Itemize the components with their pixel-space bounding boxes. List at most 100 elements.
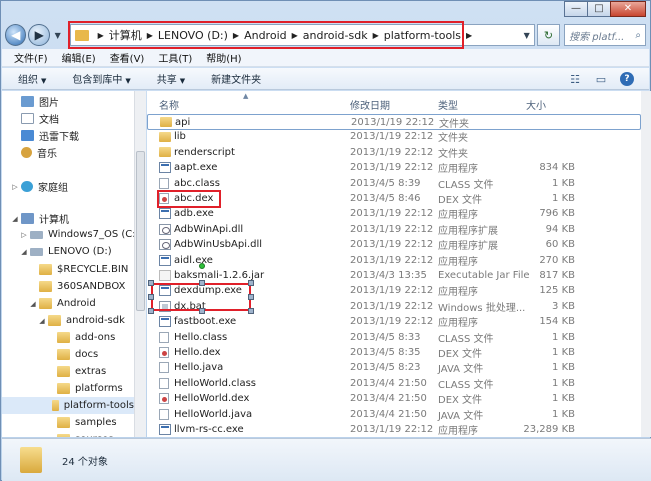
view-options-icon[interactable]: ☷ xyxy=(567,71,583,87)
column-type[interactable]: 类型 xyxy=(438,97,458,112)
menu-help[interactable]: 帮助(H) xyxy=(206,50,241,65)
nav-item-label: 迅雷下载 xyxy=(39,132,79,143)
resize-handle[interactable] xyxy=(248,280,254,286)
column-size[interactable]: 大小 xyxy=(526,97,546,112)
refresh-button[interactable]: ↻ xyxy=(536,24,561,46)
file-type: 应用程序 xyxy=(438,318,478,330)
file-row[interactable]: Hello.java 2013/4/5 8:23 JAVA 文件 1 KB xyxy=(147,360,641,375)
file-name: aidl.exe xyxy=(174,254,213,266)
item-count: 24 个对象 xyxy=(62,456,108,468)
scrollbar-thumb[interactable] xyxy=(136,151,145,311)
file-type: CLASS 文件 xyxy=(438,333,494,345)
nav-item[interactable]: samples xyxy=(2,414,117,431)
file-row[interactable]: HelloWorld.class 2013/4/4 21:50 CLASS 文件 1 … xyxy=(147,376,641,391)
file-name: api xyxy=(175,116,191,128)
file-row[interactable]: AdbWinUsbApi.dll 2013/1/19 22:12 应用程序扩展 60 … xyxy=(147,237,641,252)
close-button[interactable]: ✕ xyxy=(610,1,646,17)
expand-toggle-icon[interactable]: ◢ xyxy=(19,248,29,256)
file-date: 2013/4/5 8:23 xyxy=(350,362,421,374)
nav-item[interactable]: extras xyxy=(2,363,106,380)
search-input[interactable]: 搜索 platf... ⌕ xyxy=(564,24,646,46)
file-row[interactable]: lib 2013/1/19 22:12 文件夹 xyxy=(147,129,641,144)
nav-item[interactable]: ◢ Android xyxy=(2,295,96,312)
nav-item[interactable]: 迅雷下载 xyxy=(2,127,79,144)
file-row[interactable]: llvm-rs-cc.exe 2013/1/19 22:12 应用程序 23,289 … xyxy=(147,422,641,437)
file-row[interactable]: aapt.exe 2013/1/19 22:12 应用程序 834 KB xyxy=(147,160,641,175)
forward-button[interactable]: ▶ xyxy=(28,24,50,46)
column-date[interactable]: 修改日期 xyxy=(350,97,390,112)
nav-item[interactable]: ▷ 家庭组 xyxy=(2,178,68,195)
dexdump-highlight-box xyxy=(151,283,251,311)
file-row[interactable]: fastboot.exe 2013/1/19 22:12 应用程序 154 KB xyxy=(147,314,641,329)
nav-item[interactable]: ◢ android-sdk xyxy=(2,312,125,329)
file-row[interactable]: baksmali-1.2.6.jar 2013/4/3 13:35 Executab… xyxy=(147,268,641,283)
new-folder-button[interactable]: 新建文件夹 xyxy=(211,71,261,86)
expand-toggle-icon[interactable]: ◢ xyxy=(28,300,38,308)
nav-item[interactable]: ▷ Windows7_OS (C:) xyxy=(2,226,134,243)
rotate-handle[interactable] xyxy=(199,263,205,269)
file-row[interactable]: AdbWinApi.dll 2013/1/19 22:12 应用程序扩展 94 KB xyxy=(147,222,641,237)
command-bar: 组织 ▼ 包含到库中 ▼ 共享 ▼ 新建文件夹 ☷ ▭ ? xyxy=(2,68,649,90)
column-name[interactable]: 名称 xyxy=(159,97,179,112)
file-date: 2013/1/19 22:12 xyxy=(351,116,435,128)
nav-item[interactable]: 图片 xyxy=(2,93,59,110)
preview-pane-icon[interactable]: ▭ xyxy=(593,71,609,87)
resize-handle[interactable] xyxy=(148,280,154,286)
nav-item[interactable]: 文档 xyxy=(2,110,59,127)
file-row[interactable]: Hello.class 2013/4/5 8:33 CLASS 文件 1 KB xyxy=(147,330,641,345)
file-row[interactable]: aidl.exe 2013/1/19 22:12 应用程序 270 KB xyxy=(147,253,641,268)
nav-item[interactable]: ◢ LENOVO (D:) xyxy=(2,243,111,260)
file-row[interactable]: api 2013/1/19 22:12 文件夹 xyxy=(147,114,641,130)
resize-handle[interactable] xyxy=(248,294,254,300)
file-row[interactable]: HelloWorld.java 2013/4/4 21:50 JAVA 文件 1 KB xyxy=(147,407,641,422)
resize-handle[interactable] xyxy=(199,280,205,286)
menu-tools[interactable]: 工具(T) xyxy=(158,50,192,65)
file-row[interactable]: abc.class 2013/4/5 8:39 CLASS 文件 1 KB xyxy=(147,176,641,191)
nav-item[interactable]: 360SANDBOX xyxy=(2,278,125,295)
organize-button[interactable]: 组织 ▼ xyxy=(18,71,46,86)
documents-icon xyxy=(21,113,34,124)
search-icon[interactable]: ⌕ xyxy=(635,30,641,41)
expand-toggle-icon[interactable]: ▷ xyxy=(19,231,29,239)
nav-item[interactable]: docs xyxy=(2,346,98,363)
nav-item[interactable]: add-ons xyxy=(2,329,115,346)
minimize-button[interactable]: — xyxy=(564,1,588,17)
nav-item[interactable]: platform-tools xyxy=(2,397,134,414)
menu-edit[interactable]: 编辑(E) xyxy=(62,50,96,65)
address-dropdown-icon[interactable]: ▼ xyxy=(524,31,530,40)
expand-toggle-icon[interactable]: ▷ xyxy=(10,183,20,191)
expand-toggle-icon[interactable]: ◢ xyxy=(37,317,47,325)
maximize-button[interactable]: □ xyxy=(587,1,611,17)
file-row[interactable]: HelloWorld.dex 2013/4/4 21:50 DEX 文件 1 KB xyxy=(147,391,641,406)
navigation-scrollbar[interactable] xyxy=(134,91,146,437)
share-button[interactable]: 共享 ▼ xyxy=(157,71,185,86)
expand-toggle-icon[interactable]: ◢ xyxy=(10,215,20,223)
nav-item[interactable]: 音乐 xyxy=(2,144,57,161)
chevron-right-icon[interactable]: ▶ xyxy=(466,31,472,40)
file-size: 1 KB xyxy=(552,362,575,374)
resize-handle[interactable] xyxy=(248,308,254,314)
back-button[interactable]: ◀ xyxy=(5,24,27,46)
nav-item[interactable]: $RECYCLE.BIN xyxy=(2,261,128,278)
file-row[interactable]: renderscript 2013/1/19 22:12 文件夹 xyxy=(147,145,641,160)
address-bar[interactable]: ▶ 计算机 ▶ LENOVO (D:) ▶ Android ▶ android-… xyxy=(67,21,535,49)
menu-view[interactable]: 查看(V) xyxy=(110,50,145,65)
nav-item[interactable]: sources xyxy=(2,431,113,437)
help-icon: ? xyxy=(620,72,634,86)
file-name: HelloWorld.java xyxy=(174,408,253,420)
file-row[interactable]: Hello.dex 2013/4/5 8:35 DEX 文件 1 KB xyxy=(147,345,641,360)
include-library-button[interactable]: 包含到库中 ▼ xyxy=(72,71,130,86)
file-row[interactable]: abc.dex 2013/4/5 8:46 DEX 文件 1 KB xyxy=(147,191,641,206)
file-list-scrollbar[interactable] xyxy=(641,91,651,437)
drive-icon xyxy=(30,247,43,256)
nav-item[interactable]: ◢ 计算机 xyxy=(2,210,69,227)
resize-handle[interactable] xyxy=(199,308,205,314)
nav-item[interactable]: platforms xyxy=(2,380,123,397)
menu-file[interactable]: 文件(F) xyxy=(14,50,48,65)
folder-icon xyxy=(57,349,70,360)
recent-pages-dropdown[interactable]: ▼ xyxy=(52,31,64,40)
file-row[interactable]: adb.exe 2013/1/19 22:12 应用程序 796 KB xyxy=(147,206,641,221)
help-button[interactable]: ? xyxy=(619,71,635,87)
resize-handle[interactable] xyxy=(148,294,154,300)
resize-handle[interactable] xyxy=(148,308,154,314)
